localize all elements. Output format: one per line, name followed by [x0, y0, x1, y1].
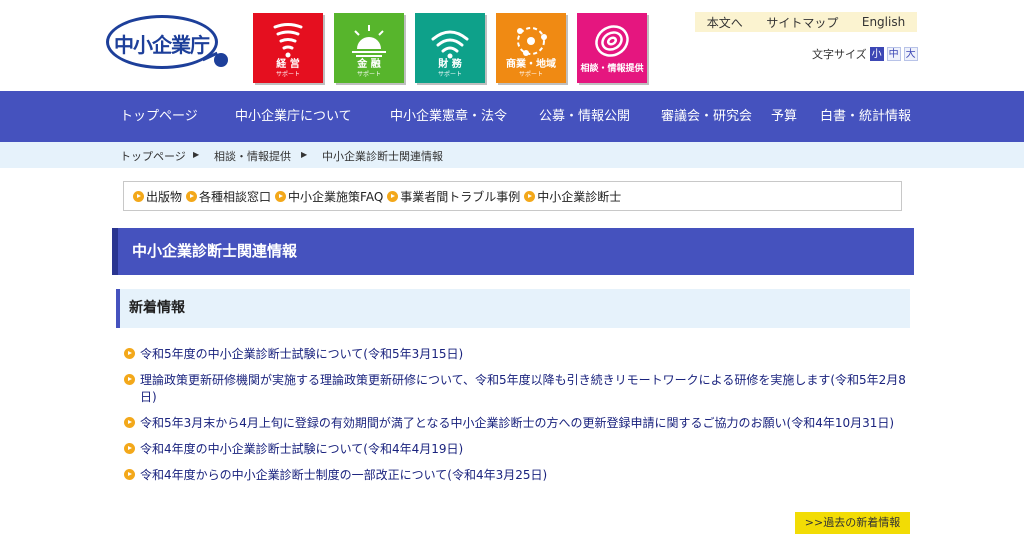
category-title: 商業・地域 — [506, 59, 556, 70]
arrow-circle-icon — [186, 190, 198, 202]
sublink-faq[interactable]: 中小企業施策FAQ — [275, 188, 383, 205]
sublink-publications[interactable]: 出版物 — [133, 188, 182, 205]
sublink-label: 中小企業診断士 — [537, 189, 622, 204]
arrow-circle-icon — [524, 190, 536, 202]
category-title: 財 務 — [438, 59, 462, 70]
sunrise-icon — [352, 25, 386, 57]
category-shogyo[interactable]: 商業・地域 サポート — [496, 13, 566, 83]
arrow-circle-icon — [275, 190, 287, 202]
category-sodan[interactable]: 相談・情報提供 — [577, 13, 647, 83]
arrow-circle-icon — [124, 348, 135, 359]
sublink-label: 中小企業施策FAQ — [288, 189, 384, 204]
arrow-circle-icon — [387, 190, 399, 202]
breadcrumb: トップページ ▶ 相談・情報提供 ▶ 中小企業診断士関連情報 — [0, 142, 1024, 168]
nav-item-whitepaper[interactable]: 白書・統計情報 — [820, 91, 911, 142]
sublink-consult-desks[interactable]: 各種相談窓口 — [186, 188, 271, 205]
news-item[interactable]: 令和5年3月末から4月上旬に登録の有効期間が満了となる中小企業診断士の方への更新… — [124, 415, 914, 432]
news-item[interactable]: 令和5年度の中小企業診断士試験について(令和5年3月15日) — [124, 346, 914, 363]
breadcrumb-consult-link[interactable]: 相談・情報提供 — [214, 148, 291, 164]
utility-links: 本文へ サイトマップ English — [695, 12, 917, 32]
category-title: 経 営 — [276, 59, 300, 70]
category-keiei[interactable]: 経 営 サポート — [253, 13, 323, 83]
arrow-circle-icon — [124, 374, 135, 385]
news-link[interactable]: 理論政策更新研修機関が実施する理論政策更新研修について、令和5年度以降も引き続き… — [140, 372, 914, 406]
font-size-switcher: 文字サイズ 小 中 大 — [812, 46, 918, 62]
nav-item-charter-law[interactable]: 中小企業憲章・法令 — [390, 91, 507, 142]
sublink-label: 事業者間トラブル事例 — [400, 189, 521, 204]
logo-text: 中小企業庁 — [114, 33, 210, 57]
global-nav: トップページ 中小企業庁について 中小企業憲章・法令 公募・情報公開 審議会・研… — [0, 91, 1024, 142]
news-link[interactable]: 令和4年度の中小企業診断士試験について(令和4年4月19日) — [140, 441, 463, 458]
wifi-icon — [431, 30, 469, 59]
breadcrumb-current: 中小企業診断士関連情報 — [322, 150, 443, 163]
nav-item-budget[interactable]: 予算 — [771, 91, 797, 142]
arrow-circle-icon — [124, 417, 135, 428]
nav-item-councils[interactable]: 審議会・研究会 — [661, 91, 752, 142]
tornado-icon — [273, 23, 303, 58]
font-size-medium-button[interactable]: 中 — [886, 47, 901, 61]
news-item[interactable]: 理論政策更新研修機関が実施する理論政策更新研修について、令和5年度以降も引き続き… — [124, 372, 914, 406]
spiral-icon — [595, 25, 629, 57]
breadcrumb-separator-icon: ▶ — [193, 150, 200, 159]
site-logo[interactable]: 中小企業庁 — [106, 15, 230, 71]
category-kinyu[interactable]: 金 融 サポート — [334, 13, 404, 83]
news-item[interactable]: 令和4年度からの中小企業診断士制度の一部改正について(令和4年3月25日) — [124, 467, 914, 484]
arrow-circle-icon — [133, 190, 144, 202]
sitemap-link[interactable]: サイトマップ — [766, 14, 838, 31]
sublink-label: 各種相談窓口 — [199, 189, 272, 204]
section-title-news: 新着情報 — [116, 289, 910, 328]
breadcrumb-top-link[interactable]: トップページ — [120, 148, 186, 164]
category-sub: サポート — [437, 71, 462, 78]
news-link[interactable]: 令和5年3月末から4月上旬に登録の有効期間が満了となる中小企業診断士の方への更新… — [140, 415, 894, 432]
sub-links-box: 出版物 各種相談窓口 中小企業施策FAQ 事業者間トラブル事例 中小企業診断士 — [123, 181, 902, 211]
nav-item-top[interactable]: トップページ — [120, 91, 198, 142]
nav-item-public-info[interactable]: 公募・情報公開 — [539, 91, 630, 142]
news-item[interactable]: 令和4年度の中小企業診断士試験について(令和4年4月19日) — [124, 441, 914, 458]
sublink-label: 出版物 — [146, 189, 183, 204]
page-title: 中小企業診断士関連情報 — [112, 228, 914, 275]
english-link[interactable]: English — [862, 15, 905, 29]
sublink-shindanshi[interactable]: 中小企業診断士 — [524, 188, 621, 205]
category-title: 相談・情報提供 — [580, 64, 644, 74]
breadcrumb-separator-icon: ▶ — [301, 150, 308, 159]
nav-item-about[interactable]: 中小企業庁について — [235, 91, 352, 142]
news-link[interactable]: 令和5年度の中小企業診断士試験について(令和5年3月15日) — [140, 346, 463, 363]
arrow-circle-icon — [124, 443, 135, 454]
skip-to-content-link[interactable]: 本文へ — [707, 14, 743, 31]
sublink-trouble-cases[interactable]: 事業者間トラブル事例 — [387, 188, 520, 205]
logo-dot — [214, 53, 228, 67]
category-title: 金 融 — [357, 59, 381, 70]
category-zaimu[interactable]: 財 務 サポート — [415, 13, 485, 83]
font-size-label: 文字サイズ — [812, 48, 867, 61]
site-header: 中小企業庁 経 営 サポート 金 融 サポート 財 務 サポート 商業・地域 サ… — [0, 0, 1024, 91]
past-news-button[interactable]: >>過去の新着情報 — [795, 512, 910, 534]
news-link[interactable]: 令和4年度からの中小企業診断士制度の一部改正について(令和4年3月25日) — [140, 467, 547, 484]
category-sub: サポート — [356, 71, 381, 78]
font-size-large-button[interactable]: 大 — [903, 47, 918, 61]
font-size-small-button[interactable]: 小 — [869, 47, 884, 61]
category-sub: サポート — [518, 71, 543, 78]
orbit-icon — [517, 27, 547, 56]
category-sub: サポート — [275, 71, 300, 78]
arrow-circle-icon — [124, 469, 135, 480]
